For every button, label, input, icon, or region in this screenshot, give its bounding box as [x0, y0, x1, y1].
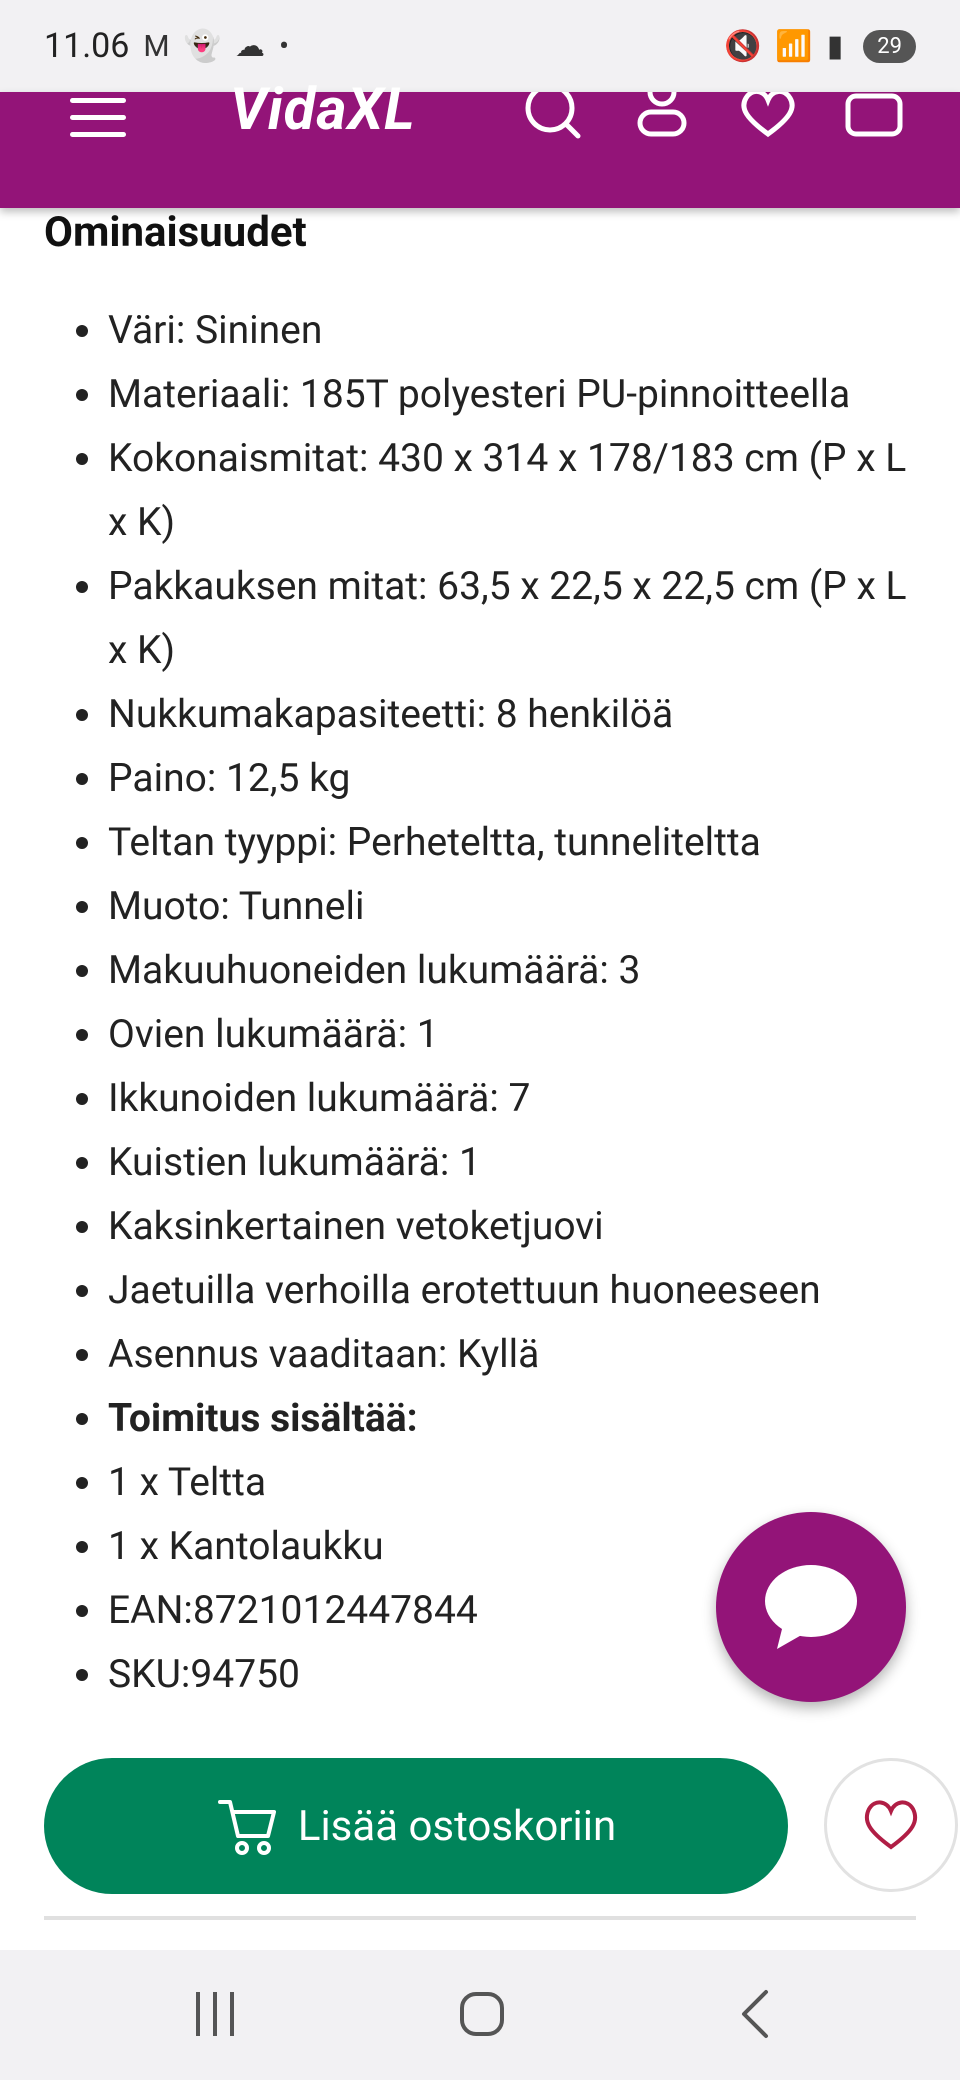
- feature-list-item: Paino: 12,5 kg: [76, 746, 928, 810]
- status-bar: 11.06 M 👻 ☁ • 🔇 📶 ▮ 29: [0, 0, 960, 92]
- cart-icon: [217, 1800, 276, 1855]
- battery-indicator: 29: [863, 29, 916, 63]
- signal-icon: ▮: [826, 28, 844, 64]
- feature-list-item: Nukkumakapasiteetti: 8 henkilöä: [76, 682, 928, 746]
- feature-list-item: Asennus vaaditaan: Kyllä: [76, 1322, 928, 1386]
- shopping-bag-icon[interactable]: [842, 92, 906, 156]
- chat-button[interactable]: [716, 1512, 906, 1702]
- feature-list-item: Makuuhuoneiden lukumäärä: 3: [76, 938, 928, 1002]
- account-icon[interactable]: [630, 92, 694, 156]
- feature-list-item: Ikkunoiden lukumäärä: 7: [76, 1066, 928, 1130]
- heart-icon: [864, 1800, 918, 1850]
- mute-icon: 🔇: [724, 28, 762, 64]
- wifi-icon: 📶: [775, 28, 813, 64]
- feature-list-item: Kaksinkertainen vetoketjuovi: [76, 1194, 928, 1258]
- more-notifications-icon: •: [278, 28, 290, 64]
- feature-list-item: 1 x Teltta: [76, 1450, 928, 1514]
- feature-list-item: Muoto: Tunneli: [76, 874, 928, 938]
- feature-list-item: Kuistien lukumäärä: 1: [76, 1130, 928, 1194]
- add-to-wishlist-button[interactable]: [824, 1758, 958, 1892]
- add-to-cart-label: Lisää ostoskoriin: [297, 1801, 617, 1851]
- menu-icon[interactable]: [70, 98, 126, 142]
- site-logo[interactable]: VidaXL: [230, 76, 416, 144]
- search-icon[interactable]: [522, 92, 586, 156]
- system-nav-bar: [0, 1950, 960, 2080]
- feature-list-item: Kokonaismitat: 430 x 314 x 178/183 cm (P…: [76, 426, 928, 554]
- cloud-icon: ☁: [234, 28, 265, 64]
- feature-list-item: Jaetuilla verhoilla erotettuun huoneesee…: [76, 1258, 928, 1322]
- feature-list-item: Ovien lukumäärä: 1: [76, 1002, 928, 1066]
- feature-list-item: Toimitus sisältää:: [76, 1386, 928, 1450]
- add-to-cart-button[interactable]: Lisää ostoskoriin: [44, 1758, 788, 1894]
- feature-list-item: Materiaali: 185T polyesteri PU-pinnoitte…: [76, 362, 928, 426]
- features-heading: Ominaisuudet: [44, 208, 307, 257]
- status-time: 11.06: [44, 26, 130, 66]
- wishlist-icon[interactable]: [736, 92, 800, 156]
- back-icon[interactable]: [736, 1986, 776, 2042]
- bottom-action-bar: Lisää ostoskoriin: [0, 1740, 960, 1950]
- feature-list-item: Pakkauksen mitat: 63,5 x 22,5 x 22,5 cm …: [76, 554, 928, 682]
- gmail-icon: M: [143, 28, 170, 64]
- divider: [44, 1916, 916, 1920]
- site-header: VidaXL: [0, 76, 960, 208]
- home-icon[interactable]: [458, 1986, 506, 2042]
- chat-bubble-icon: [765, 1565, 857, 1649]
- features-list: Väri: Sininen Materiaali: 185T polyesteri…: [0, 298, 928, 1706]
- feature-list-item: Teltan tyyppi: Perheteltta, tunneliteltt…: [76, 810, 928, 874]
- recent-apps-icon[interactable]: [190, 1986, 240, 2042]
- snapchat-icon: 👻: [183, 28, 221, 64]
- feature-list-item: Väri: Sininen: [76, 298, 928, 362]
